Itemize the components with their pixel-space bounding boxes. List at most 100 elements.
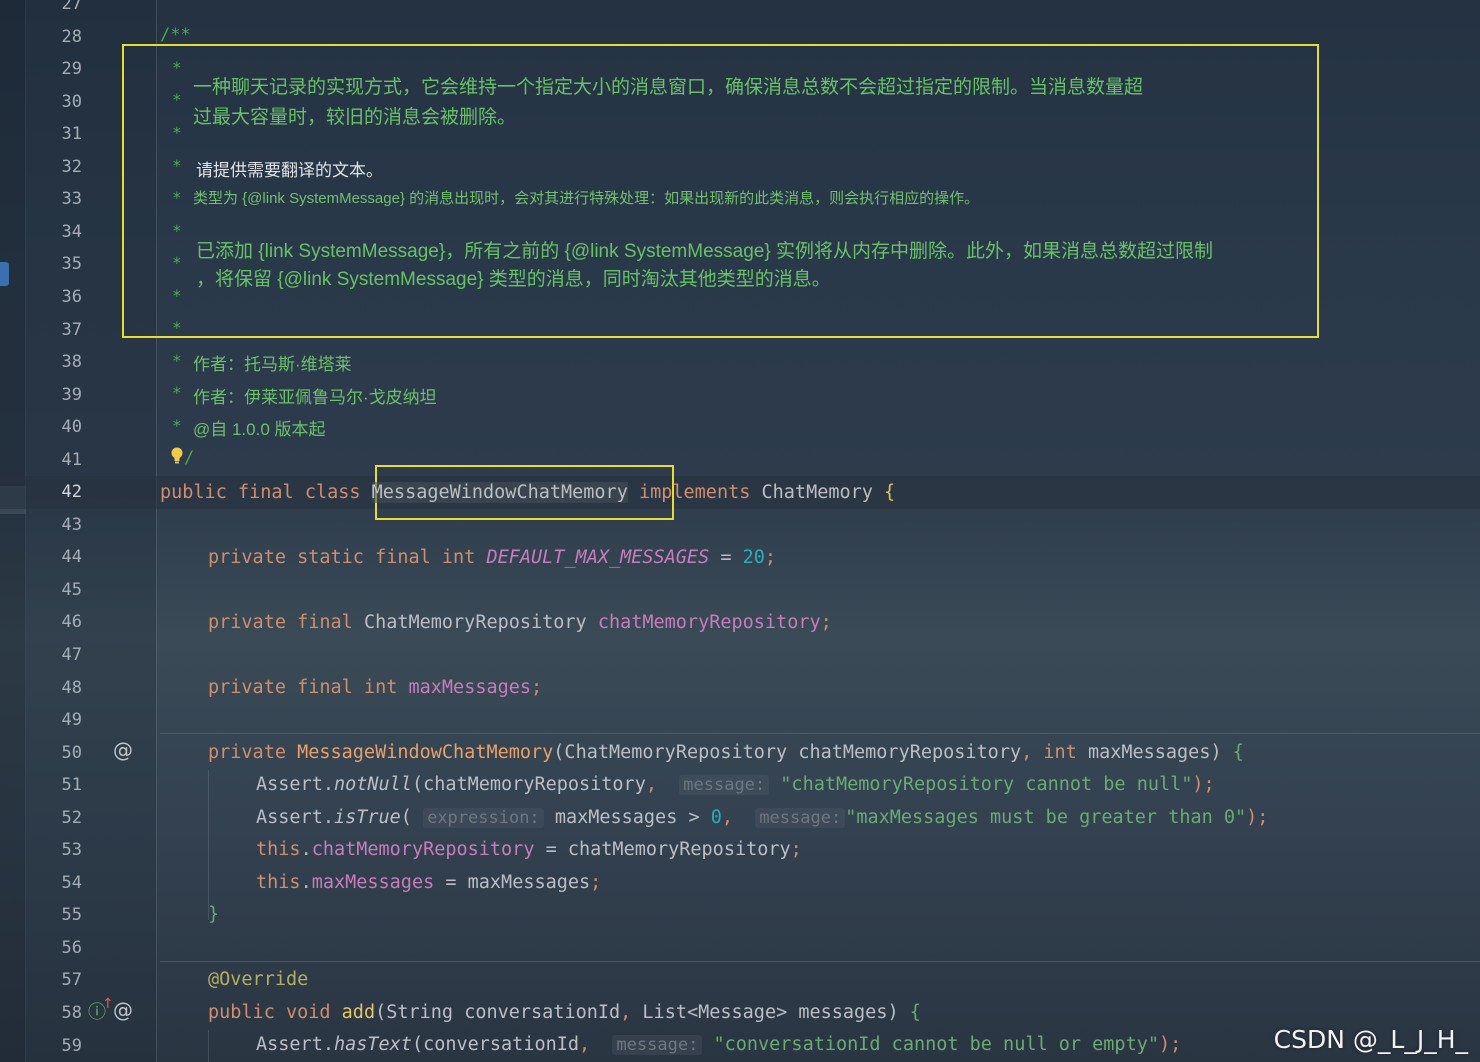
param-type: int — [1043, 742, 1077, 763]
method-name[interactable]: hasText — [334, 1034, 412, 1055]
code-line[interactable]: 41 — [0, 444, 1480, 477]
line-number[interactable]: 43 — [28, 515, 82, 535]
field-name[interactable]: chatMemoryRepository — [598, 612, 821, 633]
parameter-hint: message: — [679, 775, 770, 795]
params: (String conversationId — [375, 1002, 621, 1023]
doc-star: * — [172, 383, 182, 402]
line-number[interactable]: 33 — [28, 189, 82, 209]
assert-notnull-statement[interactable]: Assert.notNull(chatMemoryRepository, mes… — [256, 774, 1215, 795]
kw-this: this — [256, 872, 301, 893]
assert-istrue-statement[interactable]: Assert.isTrue( expression: maxMessages >… — [256, 807, 1268, 828]
line-number[interactable]: 56 — [28, 938, 82, 958]
line-number[interactable]: 30 — [28, 92, 82, 112]
line-number[interactable]: 49 — [28, 710, 82, 730]
line-number[interactable]: 35 — [28, 254, 82, 274]
assert-class: Assert. — [256, 774, 334, 795]
code-line[interactable]: 47 — [0, 639, 1480, 672]
line-number[interactable]: 27 — [28, 0, 82, 14]
line-number[interactable]: 36 — [28, 287, 82, 307]
constructor-declaration[interactable]: private MessageWindowChatMemory(ChatMemo… — [208, 742, 1244, 763]
implementation-at-icon[interactable]: @ — [113, 738, 133, 762]
comma: , — [1021, 742, 1033, 763]
semicolon: ; — [531, 677, 543, 698]
doc-comment-open: /** — [160, 25, 191, 45]
code-editor[interactable]: 27 28 29 30 31 32 33 34 35 36 37 38 39 40 41 42 43 44 45 46… — [0, 0, 1480, 1062]
line-number[interactable]: 32 — [28, 157, 82, 177]
field-max-declaration[interactable]: private final int maxMessages; — [208, 677, 542, 698]
doc-star: * — [172, 416, 182, 435]
code-line[interactable]: 54 — [0, 867, 1480, 900]
field-ref[interactable]: chatMemoryRepository — [312, 839, 535, 860]
class-declaration[interactable]: public final class MessageWindowChatMemo… — [160, 482, 895, 503]
line-number[interactable]: 28 — [28, 27, 82, 47]
bulb-icon[interactable] — [170, 446, 184, 466]
add-method-declaration[interactable]: public void add(String conversationId, L… — [208, 1002, 921, 1023]
method-name[interactable]: isTrue — [334, 807, 401, 828]
line-number[interactable]: 46 — [28, 612, 82, 632]
interface-name[interactable]: ChatMemory — [762, 482, 873, 503]
code-line[interactable]: 27 — [0, 0, 1480, 21]
line-number[interactable]: 57 — [28, 970, 82, 990]
kw-class: class — [304, 482, 361, 503]
line-number[interactable]: 52 — [28, 808, 82, 828]
class-name[interactable]: MessageWindowChatMemory — [371, 482, 628, 503]
override-arrow-icon: ↑ — [102, 996, 114, 1012]
line-number[interactable]: 53 — [28, 840, 82, 860]
field-repository-declaration[interactable]: private final ChatMemoryRepository chatM… — [208, 612, 832, 633]
line-number[interactable]: 47 — [28, 645, 82, 665]
line-number[interactable]: 42 — [28, 482, 82, 502]
line-number[interactable]: 34 — [28, 222, 82, 242]
assign-max-statement[interactable]: this.maxMessages = maxMessages; — [256, 872, 601, 893]
constructor-name[interactable]: MessageWindowChatMemory — [297, 742, 553, 763]
line-number[interactable]: 45 — [28, 580, 82, 600]
line-number[interactable]: 44 — [28, 547, 82, 567]
modifiers: private final — [208, 612, 353, 633]
assert-class: Assert. — [256, 1034, 334, 1055]
override-annotation[interactable]: @Override — [208, 969, 308, 990]
const-declaration[interactable]: private static final int DEFAULT_MAX_MES… — [208, 547, 776, 568]
code-line[interactable]: 43 — [0, 509, 1480, 542]
class-open-brace: { — [884, 482, 896, 503]
line-number[interactable]: 59 — [28, 1036, 82, 1056]
line-number[interactable]: 50 — [28, 743, 82, 763]
field-ref[interactable]: maxMessages — [312, 872, 435, 893]
field-name[interactable]: maxMessages — [409, 677, 532, 698]
line-number[interactable]: 31 — [28, 124, 82, 144]
assert-hastext-statement[interactable]: Assert.hasText(conversationId, message: … — [256, 1034, 1181, 1055]
doc-since: @自 1.0.0 版本起 — [193, 420, 326, 439]
indent-guide — [208, 770, 209, 920]
code-line[interactable]: 55 — [0, 899, 1480, 932]
code-line[interactable]: 45 — [0, 574, 1480, 607]
method-name[interactable]: notNull — [334, 774, 412, 795]
method-name[interactable]: add — [342, 1002, 375, 1023]
statement-end: ); — [1246, 807, 1269, 828]
parameter-hint: expression: — [423, 808, 544, 828]
implementation-at-icon[interactable]: @ — [113, 998, 133, 1022]
modifiers: private final int — [208, 677, 398, 698]
line-number[interactable]: 40 — [28, 417, 82, 437]
line-number[interactable]: 29 — [28, 59, 82, 79]
params: maxMessages) — [1087, 742, 1222, 763]
line-number[interactable]: 48 — [28, 678, 82, 698]
field-type[interactable]: ChatMemoryRepository — [364, 612, 587, 633]
params: (ChatMemoryRepository chatMemoryReposito… — [553, 742, 1022, 763]
const-name[interactable]: DEFAULT_MAX_MESSAGES — [486, 547, 709, 568]
assign-repository-statement[interactable]: this.chatMemoryRepository = chatMemoryRe… — [256, 839, 802, 860]
line-number[interactable]: 37 — [28, 320, 82, 340]
statement-end: ); — [1192, 774, 1215, 795]
doc-star: * — [172, 351, 182, 370]
line-number[interactable]: 41 — [28, 450, 82, 470]
line-number[interactable]: 51 — [28, 775, 82, 795]
line-number[interactable]: 54 — [28, 873, 82, 893]
open-paren: ( — [400, 807, 412, 828]
line-number[interactable]: 38 — [28, 352, 82, 372]
modifiers: private static final int — [208, 547, 476, 568]
modifiers: public void — [208, 1002, 331, 1023]
string-literal: "maxMessages must be greater than 0" — [845, 807, 1247, 828]
line-number[interactable]: 58 — [28, 1003, 82, 1023]
line-number[interactable]: 55 — [28, 905, 82, 925]
indent-guide — [208, 1030, 209, 1062]
semicolon: ; — [764, 547, 777, 568]
line-number[interactable]: 39 — [28, 385, 82, 405]
parameter-hint: message: — [612, 1035, 703, 1055]
